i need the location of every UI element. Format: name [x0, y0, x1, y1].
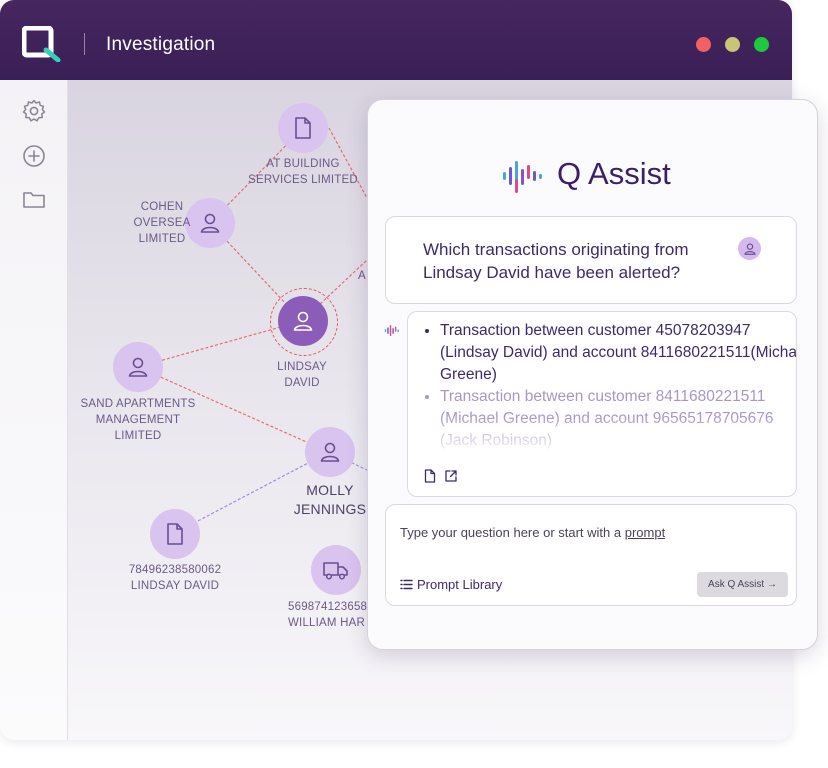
ask-q-assist-button[interactable]: Ask Q Assist →: [697, 572, 788, 597]
prompt-link[interactable]: prompt: [625, 525, 665, 540]
q-assist-small-logo-icon: [384, 325, 399, 337]
document-icon: [167, 523, 183, 545]
folder-icon[interactable]: [21, 186, 47, 212]
person-icon: [743, 242, 756, 255]
q-assist-title: Q Assist: [557, 156, 671, 191]
prompt-library-label: Prompt Library: [417, 577, 503, 592]
title-separator: [84, 33, 85, 55]
question-bubble: Which transactions originating from Lind…: [385, 216, 797, 304]
graph-node-label: COHEN OVERSEA LIMITED: [133, 201, 191, 245]
window-title: Investigation: [106, 34, 216, 55]
q-assist-logo-icon: [503, 161, 542, 193]
close-window-button[interactable]: [696, 37, 711, 52]
graph-node-sand-apartments[interactable]: [113, 342, 163, 392]
gear-icon[interactable]: [21, 98, 47, 124]
document-icon[interactable]: [423, 469, 437, 483]
answer-fade-overlay: [408, 416, 796, 456]
graph-node-at-building[interactable]: [278, 103, 328, 153]
graph-node-label: 569874123658 WILLIAM HAR: [288, 601, 368, 629]
question-text: Which transactions originating from Lind…: [423, 240, 689, 282]
question-input[interactable]: Type your question here or start with a …: [385, 504, 797, 606]
prompt-library-button[interactable]: Prompt Library: [400, 577, 502, 592]
external-link-icon[interactable]: [444, 469, 458, 483]
truck-icon: [323, 562, 348, 580]
sidebar: [0, 80, 68, 740]
graph-node-molly-jennings[interactable]: [305, 427, 355, 477]
graph-node-william-vehicle[interactable]: [311, 545, 361, 595]
plus-circle-icon[interactable]: [21, 143, 47, 169]
answer-item: Transaction between customer 45078203947…: [440, 320, 796, 386]
answer-bubble: Transaction between customer 45078203947…: [407, 311, 797, 497]
app-logo[interactable]: [22, 26, 62, 62]
person-icon: [320, 442, 340, 462]
graph-node-label: MOLLY JENNINGS: [293, 482, 367, 517]
graph-node-label: 78496238580062 LINDSAY DAVID: [128, 564, 222, 592]
user-avatar: [738, 237, 761, 260]
graph-node-label: SAND APARTMENTS MANAGEMENT LIMITED: [80, 398, 196, 442]
minimize-window-button[interactable]: [725, 37, 740, 52]
title-bar: Investigation: [0, 0, 792, 80]
graph-node-label: AT BUILDING SERVICES LIMITED: [248, 158, 358, 186]
graph-node-label: LINDSAY DAVID: [277, 361, 327, 389]
person-icon: [293, 311, 313, 331]
list-icon: [400, 579, 413, 590]
graph-node-lindsay-david[interactable]: [278, 296, 328, 346]
graph-node-lindsay-document[interactable]: [150, 509, 200, 559]
person-icon: [128, 357, 148, 377]
document-icon: [295, 117, 311, 139]
maximize-window-button[interactable]: [754, 37, 769, 52]
question-input-placeholder[interactable]: Type your question here or start with a …: [400, 525, 780, 540]
